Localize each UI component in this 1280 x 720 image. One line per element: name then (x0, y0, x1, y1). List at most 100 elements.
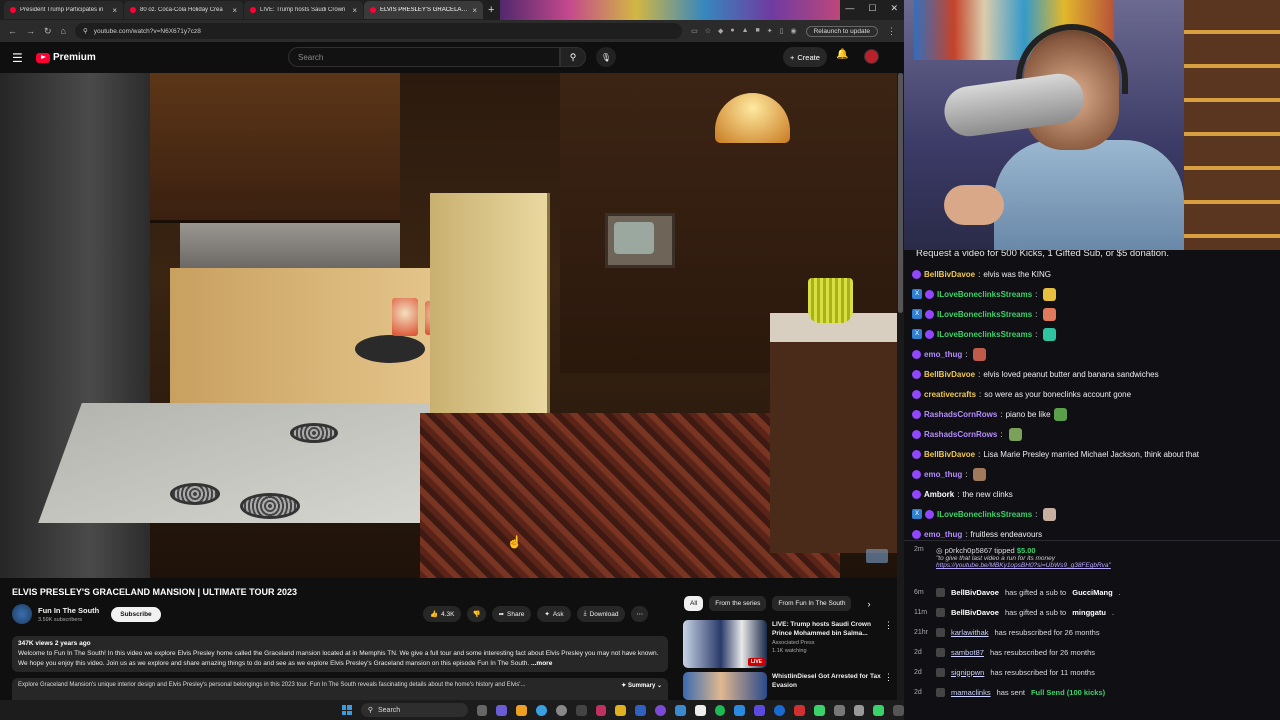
chat-username[interactable]: creativecrafts (924, 390, 976, 399)
channel-avatar[interactable] (12, 604, 32, 624)
create-button[interactable]: + Create (783, 47, 827, 67)
app-icon[interactable] (873, 704, 885, 716)
puzzle-icon[interactable]: ✦ (767, 27, 773, 35)
chat-username[interactable]: ILoveBoneclinksStreams (937, 310, 1032, 319)
chip-from-series[interactable]: From the series (709, 596, 767, 611)
chat-username[interactable]: BellBivDavoe (924, 270, 975, 279)
description-box[interactable]: 347K views 2 years ago Welcome to Fun In… (12, 636, 668, 672)
app-icon[interactable] (694, 704, 706, 716)
chat-username[interactable]: ILoveBoneclinksStreams (937, 510, 1032, 519)
app-icon[interactable] (754, 704, 766, 716)
chrome-icon[interactable] (536, 704, 547, 716)
app-icon[interactable] (516, 704, 528, 716)
extension-icon[interactable]: ▲ (742, 27, 749, 35)
more-options-icon[interactable]: ⋮ (884, 620, 893, 631)
video-thumbnail[interactable] (683, 672, 767, 700)
app-icon[interactable] (655, 704, 666, 716)
close-tab-icon[interactable]: × (232, 6, 237, 15)
event-user[interactable]: sambot87 (951, 648, 984, 657)
task-view-icon[interactable] (476, 704, 488, 716)
sidebar-icon[interactable]: ▯ (780, 27, 784, 35)
summary-toggle[interactable]: ✦ Summary ⌄ (621, 682, 662, 696)
chat-username[interactable]: ILoveBoneclinksStreams (937, 330, 1032, 339)
browser-tab[interactable]: LIVE: Trump hosts Saudi Crown × (244, 1, 363, 19)
chat-username[interactable]: emo_thug (924, 350, 962, 359)
event-user[interactable]: BellBivDavoe (951, 608, 999, 617)
chat-username[interactable]: emo_thug (924, 470, 962, 479)
chip-from-channel[interactable]: From Fun In The South (772, 596, 852, 611)
recommended-title[interactable]: LIVE: Trump hosts Saudi Crown Prince Moh… (772, 620, 893, 638)
chat-username[interactable]: BellBivDavoe (924, 450, 975, 459)
chat-username[interactable]: ILoveBoneclinksStreams (937, 290, 1032, 299)
extension-icon[interactable]: ● (730, 27, 734, 35)
tip-link[interactable]: https://youtube.be/MBKy1opsBH0?si=UbWs9_… (936, 562, 1111, 569)
profile-icon[interactable]: ◉ (791, 27, 797, 35)
relaunch-button[interactable]: Relaunch to update (805, 25, 878, 37)
search-button[interactable]: ⚲ (560, 47, 586, 67)
chevron-right-icon[interactable]: › (867, 599, 870, 609)
reload-icon[interactable]: ↻ (44, 26, 52, 37)
dislike-button[interactable]: 👎 (467, 606, 486, 622)
app-icon[interactable] (555, 704, 567, 716)
new-tab-button[interactable]: + (488, 4, 494, 16)
spotify-icon[interactable] (714, 704, 726, 716)
user-avatar[interactable] (864, 49, 879, 64)
video-thumbnail[interactable]: LIVE (683, 620, 767, 668)
page-scrollbar[interactable] (897, 73, 904, 700)
chat-username[interactable]: Ambork (924, 490, 954, 499)
recommended-video[interactable]: WhistlinDiesel Got Arrested for Tax Evas… (683, 672, 893, 700)
extension-icon[interactable]: ◆ (718, 27, 723, 35)
ask-button[interactable]: ✦ Ask (537, 606, 571, 622)
browser-tab-active[interactable]: ELVIS PRESLEY'S GRACELAND I × (364, 1, 483, 19)
scrollbar-thumb[interactable] (898, 73, 903, 313)
app-icon[interactable] (893, 704, 905, 716)
subscribe-button[interactable]: Subscribe (111, 606, 161, 622)
chat-username[interactable]: BellBivDavoe (924, 370, 975, 379)
minimize-icon[interactable]: — (845, 3, 854, 14)
search-input[interactable]: Search (288, 47, 560, 67)
taskbar-search[interactable]: ⚲ Search (360, 703, 468, 717)
app-icon[interactable] (794, 704, 805, 716)
home-icon[interactable]: ⌂ (61, 26, 66, 36)
more-options-icon[interactable]: ⋮ (884, 672, 893, 683)
chat-username[interactable]: RashadsCornRows (924, 430, 997, 439)
bookmark-star-icon[interactable]: ☆ (705, 27, 711, 35)
browser-menu-icon[interactable]: ⋮ (887, 26, 896, 37)
recommended-video[interactable]: LIVE LIVE: Trump hosts Saudi Crown Princ… (683, 620, 893, 668)
event-user[interactable]: mamaclinks (951, 688, 991, 697)
voice-search-button[interactable]: 🎙 (596, 47, 616, 67)
like-button[interactable]: 👍 4.3K (423, 606, 462, 622)
url-field[interactable]: ⚲ youtube.com/watch?v=N6X671y7cz8 (74, 23, 683, 39)
channel-name[interactable]: Fun In The South (38, 606, 99, 615)
app-icon[interactable] (595, 704, 607, 716)
browser-tab[interactable]: President Trump Participates in × (4, 1, 123, 19)
chip-all[interactable]: All (684, 596, 704, 611)
app-icon[interactable] (813, 704, 825, 716)
back-icon[interactable]: ← (8, 26, 17, 36)
close-tab-icon[interactable]: × (472, 6, 477, 15)
more-actions-button[interactable]: ⋯ (631, 606, 648, 622)
channel-watermark[interactable] (866, 549, 888, 563)
close-tab-icon[interactable]: × (112, 6, 117, 15)
app-icon[interactable] (674, 704, 686, 716)
cast-icon[interactable]: ▭ (691, 27, 698, 35)
file-explorer-icon[interactable] (615, 704, 627, 716)
app-icon[interactable] (774, 704, 785, 716)
event-user[interactable]: signippwn (951, 668, 984, 677)
app-icon[interactable] (734, 704, 746, 716)
video-player[interactable]: ☝ (0, 73, 897, 578)
browser-tab[interactable]: 80 oz. Coca-Cola Holiday Crea × (124, 1, 243, 19)
app-icon[interactable] (833, 704, 845, 716)
maximize-icon[interactable]: ☐ (868, 3, 876, 14)
close-tab-icon[interactable]: × (352, 6, 357, 15)
show-more-link[interactable]: ...more (531, 660, 552, 667)
download-button[interactable]: ⤓ Download (576, 606, 626, 622)
extension-icon[interactable]: ■ (756, 27, 760, 35)
recommended-title[interactable]: WhistlinDiesel Got Arrested for Tax Evas… (772, 672, 893, 690)
chat-username[interactable]: RashadsCornRows (924, 410, 997, 419)
app-icon[interactable] (853, 704, 865, 716)
close-window-icon[interactable]: ✕ (890, 3, 898, 14)
windows-start-icon[interactable] (342, 705, 352, 715)
app-icon[interactable] (575, 704, 587, 716)
hamburger-menu-icon[interactable]: ☰ (12, 51, 32, 65)
